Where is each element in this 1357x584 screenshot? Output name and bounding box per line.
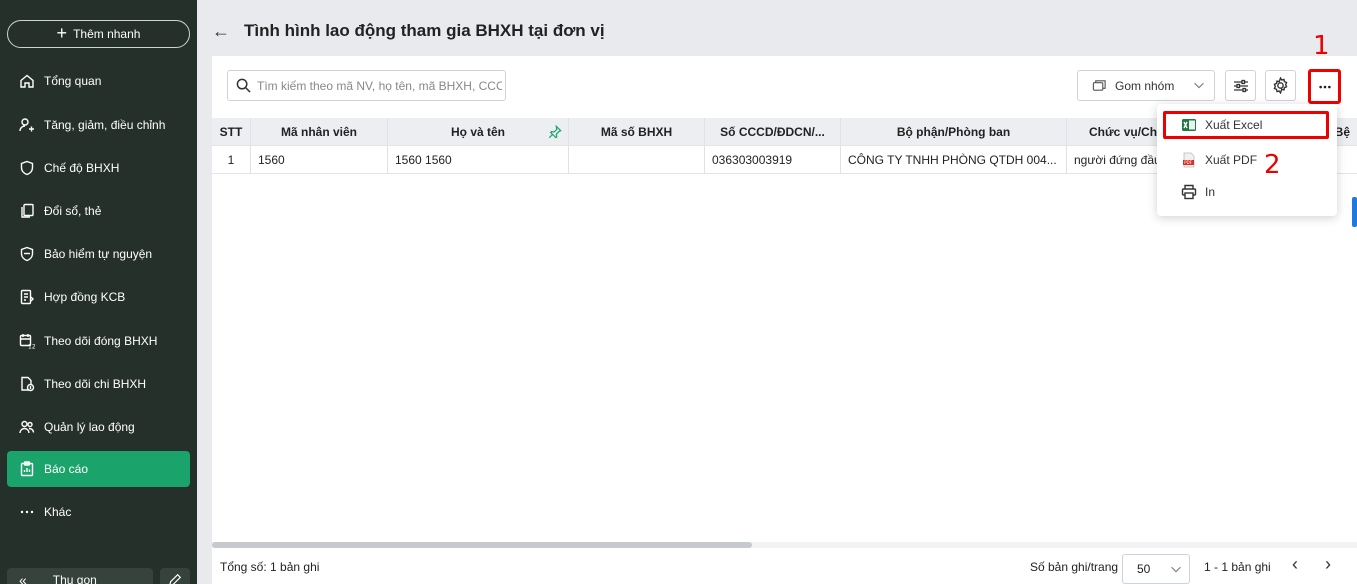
chevron-down-icon bbox=[1194, 82, 1204, 89]
printer-icon bbox=[1181, 184, 1197, 200]
back-arrow-icon[interactable]: ← bbox=[212, 21, 230, 42]
chevron-down-icon bbox=[1171, 566, 1181, 573]
sidebar-item-label: Tổng quan bbox=[44, 74, 102, 88]
per-page-select[interactable]: 50 bbox=[1122, 554, 1190, 584]
group-by-label: Gom nhóm bbox=[1115, 78, 1175, 93]
contract-icon bbox=[20, 289, 34, 305]
home-icon bbox=[20, 74, 34, 88]
gear-icon bbox=[1273, 77, 1288, 94]
sidebar-item-track-spending[interactable]: Theo dõi chi BHXH bbox=[7, 366, 190, 402]
sidebar-item-kcb-contract[interactable]: Hợp đồng KCB bbox=[7, 279, 190, 315]
table-cell: 1 bbox=[212, 146, 251, 173]
shield-heart-icon bbox=[20, 246, 34, 262]
export-excel-item[interactable]: Xuất Excel bbox=[1163, 111, 1329, 139]
page-title: Tình hình lao động tham gia BHXH tại đơn… bbox=[244, 21, 605, 40]
scrollbar-thumb[interactable] bbox=[212, 542, 752, 548]
sidebar-item-other[interactable]: Khác bbox=[7, 494, 190, 530]
column-header[interactable]: Số CCCD/ĐDCN/... bbox=[705, 118, 841, 145]
sidebar-item-labor-management[interactable]: Quản lý lao động bbox=[7, 409, 190, 445]
export-pdf-item[interactable]: PDF Xuất PDF bbox=[1163, 146, 1329, 174]
sidebar-item-track-payment[interactable]: 12 Theo dõi đóng BHXH bbox=[7, 323, 190, 359]
excel-icon bbox=[1182, 119, 1196, 131]
sliders-icon bbox=[1233, 79, 1248, 92]
column-header-label: Họ và tên bbox=[450, 124, 505, 139]
sidebar-item-label: Báo cáo bbox=[44, 462, 89, 476]
prev-page-icon[interactable]: ‹ bbox=[1292, 554, 1298, 575]
column-header[interactable]: Bộ phận/Phòng ban bbox=[841, 118, 1067, 145]
user-adjust-icon bbox=[19, 118, 34, 132]
search-input[interactable] bbox=[257, 78, 502, 93]
shield-icon bbox=[20, 160, 34, 176]
filter-button[interactable] bbox=[1225, 70, 1256, 101]
annotation-step-2: 2 bbox=[1264, 150, 1281, 180]
svg-text:12: 12 bbox=[28, 344, 35, 350]
sidebar-item-label: Bảo hiểm tự nguyện bbox=[44, 247, 153, 261]
collapse-label: Thu gọn bbox=[52, 573, 97, 584]
print-item[interactable]: In bbox=[1163, 178, 1329, 206]
sidebar-item-reports[interactable]: Báo cáo bbox=[7, 451, 190, 487]
more-horizontal-icon bbox=[20, 510, 34, 514]
column-header[interactable]: STT bbox=[212, 118, 251, 145]
pin-icon[interactable] bbox=[548, 125, 562, 139]
quick-add-button[interactable]: + Thêm nhanh bbox=[7, 20, 190, 48]
per-page-label: Số bản ghi/trang bbox=[1030, 560, 1119, 574]
sidebar: + Thêm nhanh Tổng quan Tăng, giảm, điều … bbox=[0, 0, 197, 584]
calendar-icon: 12 bbox=[19, 334, 35, 350]
pdf-icon: PDF bbox=[1183, 152, 1195, 168]
menu-item-label: Xuất PDF bbox=[1205, 153, 1258, 167]
more-actions-button[interactable] bbox=[1308, 69, 1341, 104]
table-cell bbox=[569, 146, 705, 173]
search-icon bbox=[236, 78, 251, 93]
sidebar-item-voluntary-insurance[interactable]: Bảo hiểm tự nguyện bbox=[7, 236, 190, 272]
sidebar-item-label: Theo dõi chi BHXH bbox=[44, 377, 147, 391]
sidebar-item-label: Đổi sổ, thẻ bbox=[44, 204, 102, 218]
pencil-icon bbox=[169, 573, 182, 584]
report-icon bbox=[20, 461, 34, 477]
more-actions-menu: Xuất Excel PDF Xuất PDF In bbox=[1157, 104, 1337, 216]
sidebar-item-bhxh-regime[interactable]: Chế độ BHXH bbox=[7, 150, 190, 186]
sidebar-item-label: Khác bbox=[44, 505, 72, 519]
table-footer: Tổng số: 1 bản ghi Số bản ghi/trang 50 1… bbox=[212, 551, 1357, 584]
search-box[interactable] bbox=[227, 70, 506, 101]
group-icon bbox=[1092, 80, 1106, 91]
next-page-icon[interactable]: › bbox=[1325, 554, 1331, 575]
edit-menu-button[interactable] bbox=[160, 568, 190, 584]
sidebar-item-label: Chế độ BHXH bbox=[44, 161, 120, 175]
table-cell: 036303003919 bbox=[705, 146, 841, 173]
svg-text:PDF: PDF bbox=[1184, 160, 1192, 165]
column-header-name[interactable]: Họ và tên bbox=[388, 118, 569, 145]
annotation-step-1: 1 bbox=[1313, 31, 1330, 61]
horizontal-scrollbar[interactable] bbox=[212, 542, 1357, 548]
sidebar-item-label: Hợp đồng KCB bbox=[44, 290, 126, 304]
sidebar-item-label: Theo dõi đóng BHXH bbox=[44, 334, 158, 348]
column-header[interactable]: Mã số BHXH bbox=[569, 118, 705, 145]
menu-item-label: Xuất Excel bbox=[1205, 118, 1263, 132]
sidebar-item-overview[interactable]: Tổng quan bbox=[7, 63, 190, 99]
total-records: Tổng số: 1 bản ghi bbox=[220, 560, 320, 574]
sidebar-item-card-swap[interactable]: Đổi sổ, thẻ bbox=[7, 193, 190, 229]
side-scroll-indicator[interactable] bbox=[1352, 197, 1357, 227]
sidebar-item-label: Quản lý lao động bbox=[44, 420, 135, 434]
settings-button[interactable] bbox=[1265, 70, 1296, 101]
menu-item-label: In bbox=[1205, 185, 1216, 199]
card-swap-icon bbox=[21, 203, 34, 218]
table-cell: 1560 bbox=[251, 146, 388, 173]
sidebar-item-adjust[interactable]: Tăng, giảm, điều chỉnh bbox=[7, 107, 190, 143]
sidebar-item-label: Tăng, giảm, điều chỉnh bbox=[44, 118, 166, 132]
plus-icon: + bbox=[56, 23, 68, 43]
per-page-value: 50 bbox=[1137, 562, 1151, 576]
table-cell: CÔNG TY TNHH PHÒNG QTDH 004... bbox=[841, 146, 1067, 173]
page-header: ← Tình hình lao động tham gia BHXH tại đ… bbox=[212, 8, 605, 54]
document-money-icon bbox=[21, 376, 35, 392]
record-range: 1 - 1 bản ghi bbox=[1204, 560, 1271, 574]
table-cell: 1560 1560 bbox=[388, 146, 569, 173]
group-by-select[interactable]: Gom nhóm bbox=[1077, 70, 1215, 101]
quick-add-label: Thêm nhanh bbox=[73, 27, 141, 41]
collapse-sidebar-button[interactable]: « Thu gọn bbox=[7, 568, 153, 584]
column-header[interactable]: Mã nhân viên bbox=[251, 118, 388, 145]
double-chevron-left-icon: « bbox=[19, 572, 27, 584]
people-icon bbox=[19, 420, 35, 434]
more-horizontal-icon bbox=[1318, 85, 1331, 88]
